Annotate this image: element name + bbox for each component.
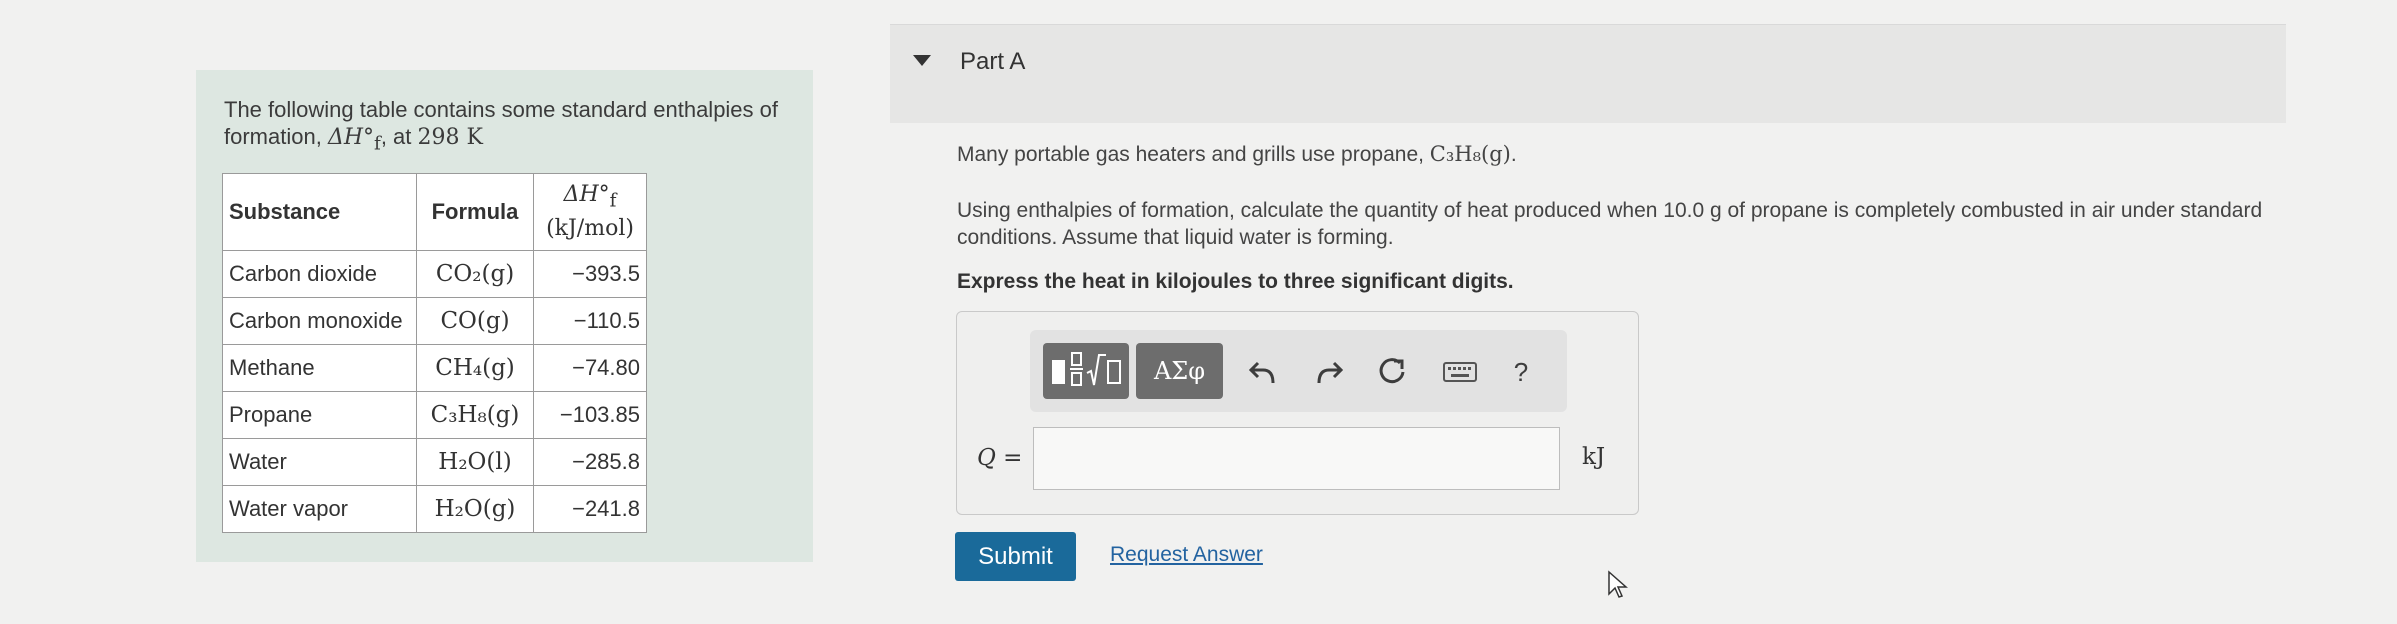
cell-substance: Propane [222,391,417,439]
cell-substance: Carbon dioxide [222,250,417,298]
header-enthalpy-symbol: ΔH° [563,181,610,207]
answer-unit: kJ [1582,444,1606,470]
table-row: Carbon monoxide CO(g) −110.5 [222,297,647,345]
header-enthalpy-sub: f [609,190,617,212]
help-button[interactable]: ? [1504,352,1538,392]
cell-formula: CO₂(g) [416,250,534,298]
answer-variable: Q [977,445,996,471]
cell-enthalpy: −110.5 [533,297,647,345]
table-row: Carbon dioxide CO₂(g) −393.5 [222,250,647,298]
cell-formula: H₂O(g) [416,485,534,533]
question-instruction: Express the heat in kilojoules to three … [957,270,1514,293]
mouse-cursor-icon [1608,570,1628,598]
submit-button[interactable]: Submit [955,532,1076,581]
question-intro-end: . [1510,143,1517,166]
table-row: Methane CH₄(g) −74.80 [222,344,647,392]
answer-input[interactable] [1033,427,1560,490]
header-enthalpy-unit: (kJ/mol) [546,216,634,242]
propane-formula: C₃H₈(g) [1429,142,1511,166]
answer-equals: = [995,445,1023,471]
reset-button[interactable] [1376,352,1410,392]
question-body: Using enthalpies of formation, calculate… [957,199,2263,249]
enthalpy-table: Substance Formula ΔH°f (kJ/mol) Carbon d… [222,173,647,533]
undo-icon [1249,361,1275,384]
intro-text-start: The following table contains some standa… [224,97,779,149]
table-row: Water vapor H₂O(g) −241.8 [222,485,647,533]
cell-enthalpy: −74.80 [533,344,647,392]
cell-substance: Water [222,438,417,486]
cell-formula: CH₄(g) [416,344,534,392]
redo-icon [1317,361,1343,384]
part-a-header[interactable] [890,24,2286,123]
keyboard-button[interactable] [1441,352,1479,392]
answer-label: Q = [977,445,1022,471]
intro-text: The following table contains some standa… [224,96,804,157]
table-header-row: Substance Formula ΔH°f (kJ/mol) [222,173,647,251]
keyboard-icon [1443,362,1477,382]
intro-text-mid: , at [380,124,418,149]
templates-button[interactable] [1043,343,1129,399]
cell-enthalpy: −285.8 [533,438,647,486]
collapse-caret-icon[interactable] [913,55,931,66]
part-title[interactable]: Part A [960,48,1025,76]
question-intro: Many portable gas heaters and grills use… [957,141,1517,168]
table-row: Propane C₃H₈(g) −103.85 [222,391,647,439]
cell-substance: Methane [222,344,417,392]
header-formula: Formula [416,173,534,251]
header-enthalpy: ΔH°f (kJ/mol) [533,173,647,251]
temperature-value: 298 K [417,125,483,150]
table-row: Water H₂O(l) −285.8 [222,438,647,486]
question-intro-text: Many portable gas heaters and grills use… [957,143,1430,166]
templates-icon [1052,352,1121,386]
cell-enthalpy: −393.5 [533,250,647,298]
header-substance: Substance [222,173,417,251]
cell-enthalpy: −103.85 [533,391,647,439]
cell-formula: H₂O(l) [416,438,534,486]
undo-button[interactable] [1246,352,1280,392]
greek-symbols-button[interactable]: ΑΣφ [1136,343,1223,399]
redo-button[interactable] [1312,352,1346,392]
cell-formula: C₃H₈(g) [416,391,534,439]
enthalpy-symbol-sub: f [374,133,381,155]
request-answer-link[interactable]: Request Answer [1110,543,1263,567]
cell-enthalpy: −241.8 [533,485,647,533]
cell-substance: Water vapor [222,485,417,533]
enthalpy-symbol-main: ΔH° [327,125,375,150]
cell-substance: Carbon monoxide [222,297,417,345]
enthalpy-symbol: ΔH°f [327,125,381,154]
cell-formula: CO(g) [416,297,534,345]
reset-icon [1379,358,1405,384]
